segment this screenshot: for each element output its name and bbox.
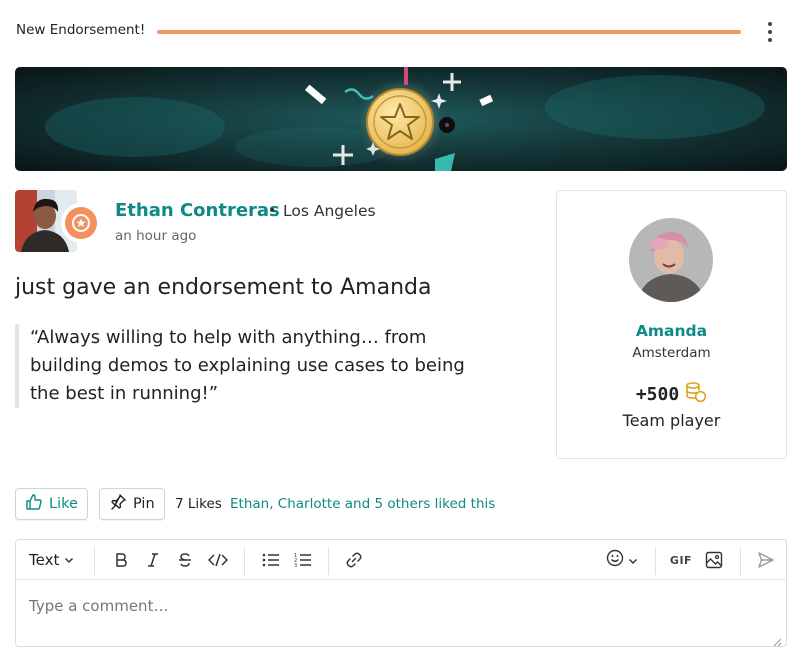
points-value: +500	[635, 383, 680, 405]
likes-count: 7 Likes	[175, 496, 222, 512]
comment-input[interactable]: Type a comment…	[29, 597, 168, 615]
numbered-list-icon[interactable]: 123	[292, 546, 314, 574]
image-icon[interactable]	[703, 546, 725, 574]
toolbar-divider	[655, 547, 656, 575]
emoji-picker[interactable]	[602, 546, 642, 574]
resize-handle-icon[interactable]	[772, 632, 782, 651]
text-format-select[interactable]: Text	[29, 546, 74, 574]
send-icon[interactable]	[754, 546, 778, 574]
chevron-down-icon	[628, 551, 638, 570]
bullet-list-icon[interactable]	[260, 546, 282, 574]
toolbar-divider	[94, 547, 95, 575]
page-title: New Endorsement!	[16, 22, 146, 38]
progress-line	[157, 30, 741, 34]
separator-dot: •	[268, 203, 277, 219]
svg-text:3: 3	[294, 563, 297, 568]
toolbar-divider	[740, 547, 741, 575]
author-location: Los Angeles	[283, 202, 376, 220]
recipient-name[interactable]: Amanda	[556, 322, 787, 340]
like-label: Like	[49, 496, 78, 512]
pin-button[interactable]: Pin	[99, 488, 165, 520]
author-name-link[interactable]: Ethan Contreras	[115, 200, 280, 221]
post-timestamp: an hour ago	[115, 228, 197, 244]
kebab-menu-icon[interactable]	[760, 18, 780, 46]
quote-bar	[15, 324, 19, 408]
italic-icon[interactable]	[142, 546, 164, 574]
bold-icon[interactable]	[110, 546, 132, 574]
link-icon[interactable]	[343, 546, 365, 574]
code-icon[interactable]	[206, 546, 230, 574]
coins-icon	[685, 381, 707, 407]
emoji-icon	[606, 549, 624, 571]
recipient-location: Amsterdam	[632, 345, 711, 361]
strikethrough-icon[interactable]	[174, 546, 196, 574]
likers-link[interactable]: Ethan, Charlotte and 5 others liked this	[230, 496, 495, 512]
thumbs-up-icon	[25, 493, 43, 515]
star-badge-icon	[61, 203, 101, 243]
text-format-label: Text	[29, 551, 60, 569]
pin-label: Pin	[133, 496, 155, 512]
chevron-down-icon	[64, 551, 74, 569]
gif-icon[interactable]: GIF	[668, 546, 694, 574]
post-headline: just gave an endorsement to Amanda	[15, 275, 432, 300]
pin-icon	[109, 493, 127, 515]
celebration-banner	[15, 67, 787, 171]
recipient-avatar[interactable]	[629, 218, 713, 302]
toolbar-divider	[328, 547, 329, 575]
endorsement-quote: “Always willing to help with anything… f…	[30, 327, 465, 404]
award-title: Team player	[622, 411, 721, 430]
like-button[interactable]: Like	[15, 488, 88, 520]
toolbar-divider	[244, 547, 245, 575]
points-row: +500	[556, 381, 787, 407]
